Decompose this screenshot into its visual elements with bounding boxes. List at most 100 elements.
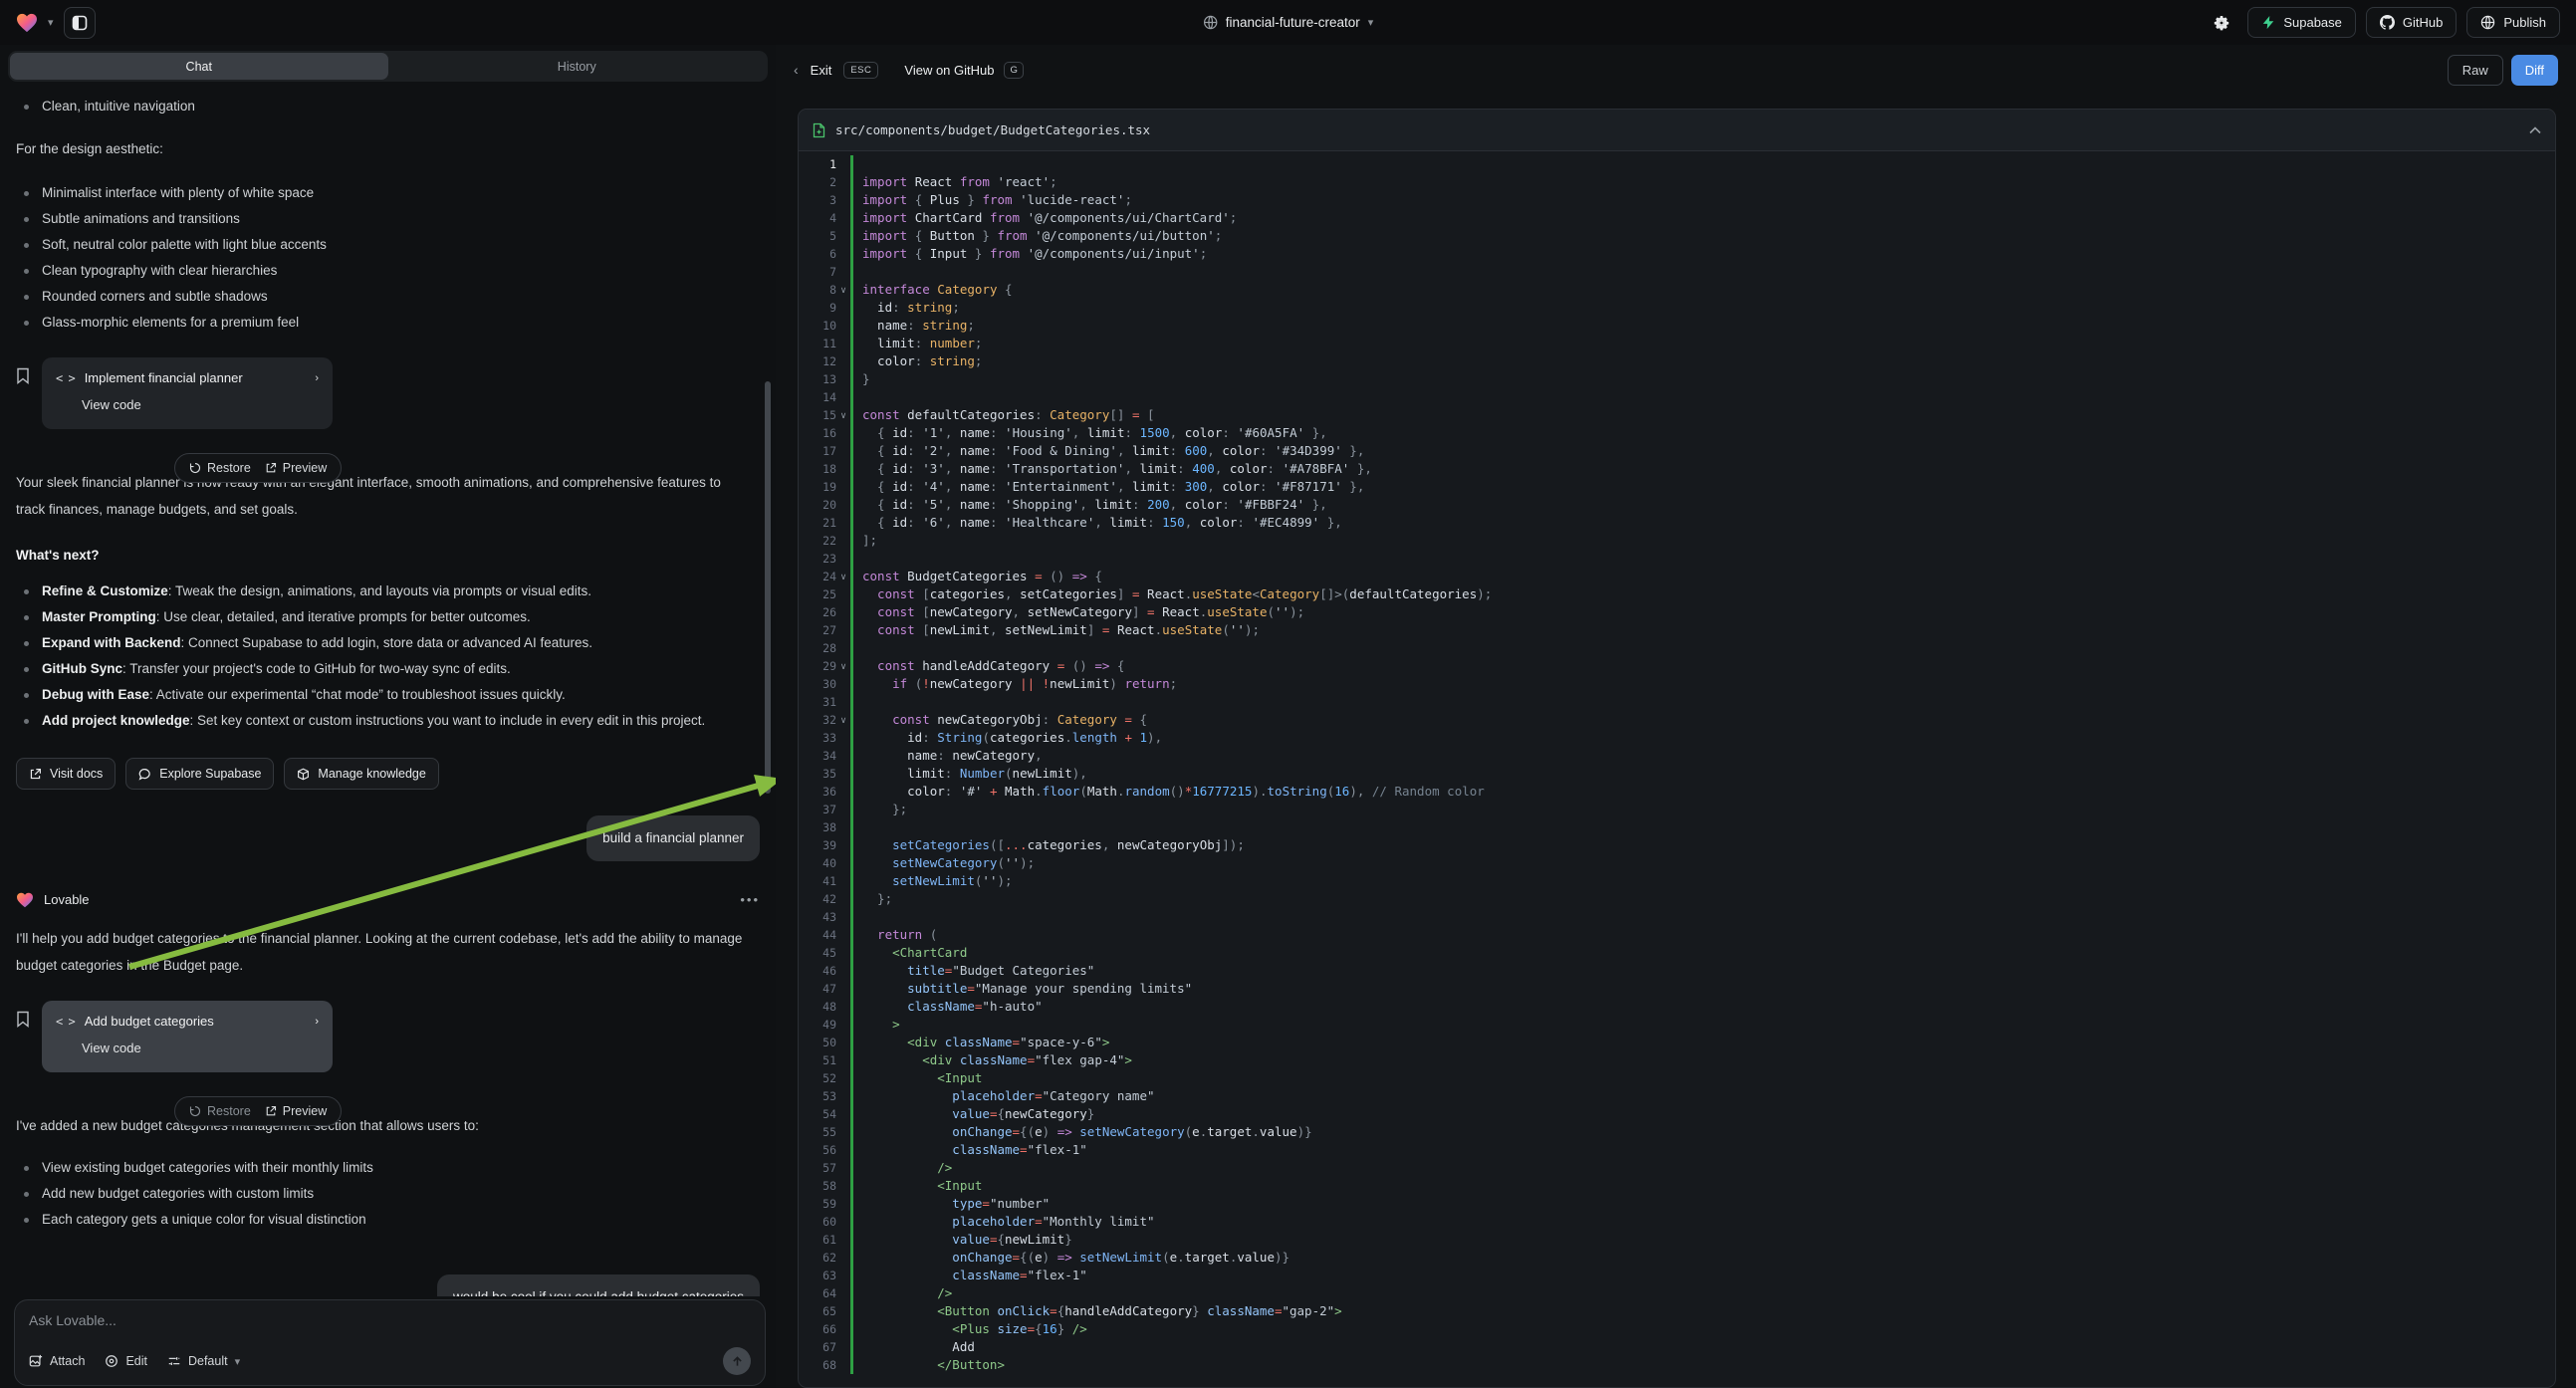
code-line: 55 onChange={(e) => setNewCategory(e.tar… (799, 1123, 2555, 1141)
fold-spacer (836, 944, 850, 962)
model-selector[interactable]: Default ▾ (167, 1354, 240, 1368)
code-line: 39 setCategories([...categories, newCate… (799, 836, 2555, 854)
chat-input-box[interactable]: Ask Lovable... Attach Edit Default ▾ (14, 1299, 766, 1386)
fold-spacer (836, 603, 850, 621)
explore-supabase-button[interactable]: Explore Supabase (125, 758, 274, 790)
logo-chevron-down-icon[interactable]: ▾ (48, 16, 54, 29)
diff-added-gutter (850, 1034, 853, 1051)
back-chevron-icon[interactable]: ‹ (794, 62, 799, 78)
diff-toggle-button[interactable]: Diff (2511, 55, 2558, 86)
send-button[interactable] (723, 1347, 751, 1375)
next-step-item: Debug with Ease: Activate our experiment… (16, 682, 760, 708)
version-card-implement-financial-planner[interactable]: < > Implement financial planner › View c… (42, 357, 333, 429)
code-line: 17 { id: '2', name: 'Food & Dining', lim… (799, 442, 2555, 460)
chat-message-area[interactable]: Clean, intuitive navigation For the desi… (0, 90, 776, 1296)
next-step-item: Expand with Backend: Connect Supabase to… (16, 630, 760, 656)
tab-chat[interactable]: Chat (10, 53, 388, 80)
diff-added-gutter (850, 317, 853, 335)
fold-spacer (836, 352, 850, 370)
code-line: 20 { id: '5', name: 'Shopping', limit: 2… (799, 496, 2555, 514)
global-header: ▾ financial-future-creator ▾ (0, 0, 2576, 45)
line-number: 67 (799, 1338, 836, 1356)
lovable-logo-icon[interactable] (16, 13, 38, 33)
project-name[interactable]: financial-future-creator (1226, 15, 1360, 30)
globe-icon (1203, 15, 1218, 30)
chat-input-placeholder[interactable]: Ask Lovable... (29, 1312, 751, 1328)
manage-knowledge-button[interactable]: Manage knowledge (284, 758, 438, 790)
more-options-button[interactable]: ••• (740, 887, 760, 913)
line-number: 37 (799, 801, 836, 818)
code-text: { id: '4', name: 'Entertainment', limit:… (862, 478, 1364, 496)
code-text: } (862, 370, 870, 388)
fold-spacer (836, 1051, 850, 1069)
code-text: value={newCategory} (862, 1105, 1094, 1123)
restore-button[interactable]: Restore (189, 455, 251, 481)
line-number: 3 (799, 191, 836, 209)
fold-chevron-icon[interactable]: ∨ (836, 406, 850, 424)
preview-button[interactable]: Preview (265, 455, 327, 481)
line-number: 27 (799, 621, 836, 639)
chat-scrollbar[interactable] (765, 381, 771, 794)
code-line: 5import { Button } from '@/components/ui… (799, 227, 2555, 245)
version-card-add-budget-categories[interactable]: < > Add budget categories › View code Re… (42, 1001, 333, 1072)
line-number: 35 (799, 765, 836, 783)
restore-button[interactable]: Restore (189, 1098, 251, 1124)
raw-toggle-button[interactable]: Raw (2448, 55, 2503, 86)
line-number: 16 (799, 424, 836, 442)
restore-icon (189, 462, 201, 474)
file-header[interactable]: src/components/budget/BudgetCategories.t… (799, 110, 2555, 151)
fold-chevron-icon[interactable]: ∨ (836, 657, 850, 675)
publish-button[interactable]: Publish (2466, 7, 2560, 38)
bookmark-icon[interactable] (16, 367, 30, 384)
visit-docs-button[interactable]: Visit docs (16, 758, 116, 790)
line-number: 59 (799, 1195, 836, 1213)
sidebar-toggle-button[interactable] (64, 7, 96, 39)
collapse-chevron-up-icon[interactable] (2529, 126, 2541, 134)
code-text: { id: '2', name: 'Food & Dining', limit:… (862, 442, 1364, 460)
diff-added-gutter (850, 747, 853, 765)
edit-button[interactable]: Edit (105, 1354, 147, 1368)
fold-chevron-icon[interactable]: ∨ (836, 568, 850, 585)
preview-button[interactable]: Preview (265, 1098, 327, 1124)
bookmark-icon[interactable] (16, 1011, 30, 1028)
code-line: 12 color: string; (799, 352, 2555, 370)
code-line: 59 type="number" (799, 1195, 2555, 1213)
project-chevron-down-icon[interactable]: ▾ (1368, 16, 1374, 29)
attach-button[interactable]: Attach (29, 1354, 85, 1368)
chevron-right-icon[interactable]: › (315, 367, 319, 389)
github-button[interactable]: GitHub (2366, 7, 2457, 38)
fold-chevron-icon[interactable]: ∨ (836, 711, 850, 729)
code-line: 1 (799, 155, 2555, 173)
view-code-link[interactable]: View code (82, 1039, 319, 1058)
code-lines[interactable]: 12import React from 'react';3import { Pl… (799, 151, 2555, 1387)
line-number: 5 (799, 227, 836, 245)
line-number: 64 (799, 1284, 836, 1302)
supabase-button[interactable]: Supabase (2247, 7, 2356, 38)
diff-added-gutter (850, 621, 853, 639)
code-line: 44 return ( (799, 926, 2555, 944)
fold-spacer (836, 1123, 850, 1141)
line-number: 15 (799, 406, 836, 424)
fold-spacer (836, 1320, 850, 1338)
diff-added-gutter (850, 370, 853, 388)
view-on-github-button[interactable]: View on GitHub (904, 63, 994, 78)
fold-chevron-icon[interactable]: ∨ (836, 281, 850, 299)
diff-added-gutter (850, 962, 853, 980)
exit-button[interactable]: Exit (811, 63, 832, 78)
line-number: 45 (799, 944, 836, 962)
view-code-link[interactable]: View code (82, 395, 319, 415)
tab-history[interactable]: History (388, 53, 767, 80)
code-line: 8∨interface Category { (799, 281, 2555, 299)
chevron-right-icon[interactable]: › (315, 1011, 319, 1033)
fold-spacer (836, 585, 850, 603)
code-line: 10 name: string; (799, 317, 2555, 335)
line-number: 4 (799, 209, 836, 227)
settings-gear-button[interactable] (2206, 7, 2237, 39)
code-text: setNewCategory(''); (862, 854, 1035, 872)
line-number: 7 (799, 263, 836, 281)
line-number: 33 (799, 729, 836, 747)
diff-added-gutter (850, 263, 853, 281)
line-number: 39 (799, 836, 836, 854)
diff-added-gutter (850, 568, 853, 585)
fold-spacer (836, 1284, 850, 1302)
